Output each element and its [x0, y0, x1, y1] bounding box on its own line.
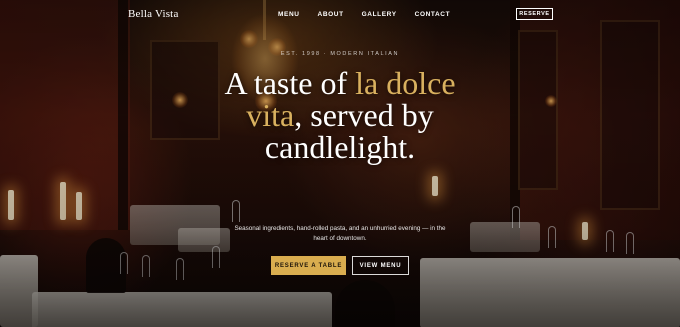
hero-eyebrow: EST. 1998 · MODERN ITALIAN [280, 51, 400, 57]
reserve-button[interactable]: RESERVE [516, 8, 553, 20]
nav-item-contact[interactable]: CONTACT [415, 11, 451, 18]
nav-menu: MENU ABOUT GALLERY CONTACT [278, 11, 450, 18]
nav-item-gallery[interactable]: GALLERY [362, 11, 397, 18]
view-menu-button[interactable]: VIEW MENU [352, 256, 409, 275]
reserve-table-button[interactable]: RESERVE A TABLE [271, 256, 346, 275]
top-navigation: Bella Vista MENU ABOUT GALLERY CONTACT R… [0, 0, 680, 28]
hero-subtext: Seasonal ingredients, hand-rolled pasta,… [234, 225, 446, 242]
nav-item-about[interactable]: ABOUT [318, 11, 344, 18]
hero-headline: A taste of la dolce vita, served by cand… [200, 67, 480, 163]
headline-text: A taste of [224, 65, 356, 101]
nav-item-menu[interactable]: MENU [278, 11, 300, 18]
brand-logo[interactable]: Bella Vista [128, 8, 179, 20]
